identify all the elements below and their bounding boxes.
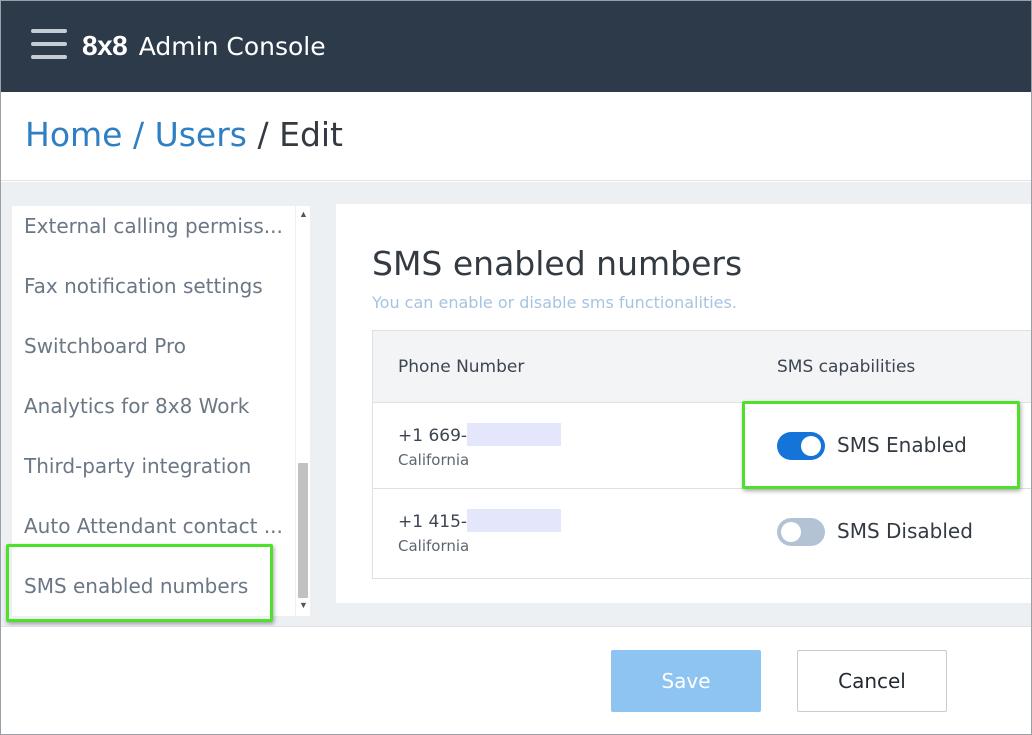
settings-sidebar: External calling permiss... Fax notifica… bbox=[12, 206, 295, 616]
sidebar-item-auto-attendant[interactable]: Auto Attendant contact ... bbox=[24, 514, 286, 538]
table-row: +1 669- California SMS Enabled bbox=[373, 403, 1031, 489]
sms-numbers-table: Phone Number SMS capabilities +1 669- Ca… bbox=[372, 330, 1031, 579]
cancel-button[interactable]: Cancel bbox=[797, 650, 947, 712]
toggle-knob bbox=[781, 522, 801, 542]
sidebar-item-switchboard-pro[interactable]: Switchboard Pro bbox=[24, 334, 286, 358]
phone-number: +1 669- bbox=[398, 423, 562, 446]
redacted-phone-digits bbox=[467, 423, 562, 446]
table-row: +1 415- California SMS Disabled bbox=[373, 489, 1031, 575]
column-header-sms-capabilities: SMS capabilities bbox=[777, 357, 916, 377]
breadcrumb-home-link[interactable]: Home bbox=[25, 115, 122, 154]
breadcrumb-current: Edit bbox=[279, 115, 343, 154]
sidebar-item-analytics[interactable]: Analytics for 8x8 Work bbox=[24, 394, 286, 418]
column-header-phone-number: Phone Number bbox=[398, 357, 525, 377]
sidebar-item-external-calling[interactable]: External calling permiss... bbox=[24, 214, 286, 238]
sms-toggle[interactable] bbox=[777, 432, 825, 460]
page-title: SMS enabled numbers bbox=[372, 244, 743, 283]
phone-number: +1 415- bbox=[398, 509, 562, 532]
sms-status-label: SMS Enabled bbox=[837, 433, 967, 457]
redacted-phone-digits bbox=[467, 509, 562, 532]
breadcrumb: Home / Users / Edit bbox=[25, 115, 343, 154]
toggle-knob bbox=[801, 436, 821, 456]
page-subtitle: You can enable or disable sms functional… bbox=[372, 293, 737, 312]
phone-location: California bbox=[398, 537, 470, 555]
breadcrumb-users-link[interactable]: Users bbox=[155, 115, 247, 154]
sms-toggle[interactable] bbox=[777, 518, 825, 546]
sidebar-scroll-thumb[interactable] bbox=[298, 463, 308, 598]
app-brand: 8x8 Admin Console bbox=[82, 30, 326, 62]
sidebar-item-fax-notification[interactable]: Fax notification settings bbox=[24, 274, 286, 298]
scroll-down-arrow-icon[interactable]: ▼ bbox=[299, 601, 308, 610]
save-button[interactable]: Save bbox=[611, 650, 761, 712]
app-title: Admin Console bbox=[138, 32, 326, 61]
phone-location: California bbox=[398, 451, 470, 469]
app-window: 8x8 Admin Console Home / Users / Edit Ex… bbox=[0, 0, 1032, 735]
breadcrumb-separator: / bbox=[257, 115, 280, 154]
phone-prefix: +1 415- bbox=[398, 512, 468, 532]
phone-prefix: +1 669- bbox=[398, 426, 468, 446]
sidebar-item-sms-enabled-numbers[interactable]: SMS enabled numbers bbox=[24, 574, 286, 598]
breadcrumb-separator: / bbox=[132, 115, 155, 154]
sidebar-item-third-party[interactable]: Third-party integration bbox=[24, 454, 286, 478]
scroll-up-arrow-icon[interactable]: ▲ bbox=[299, 210, 308, 219]
table-header: Phone Number SMS capabilities bbox=[373, 331, 1031, 403]
sms-status-label: SMS Disabled bbox=[837, 519, 973, 543]
hamburger-menu-icon[interactable] bbox=[31, 29, 67, 59]
brand-logo: 8x8 bbox=[82, 30, 128, 61]
